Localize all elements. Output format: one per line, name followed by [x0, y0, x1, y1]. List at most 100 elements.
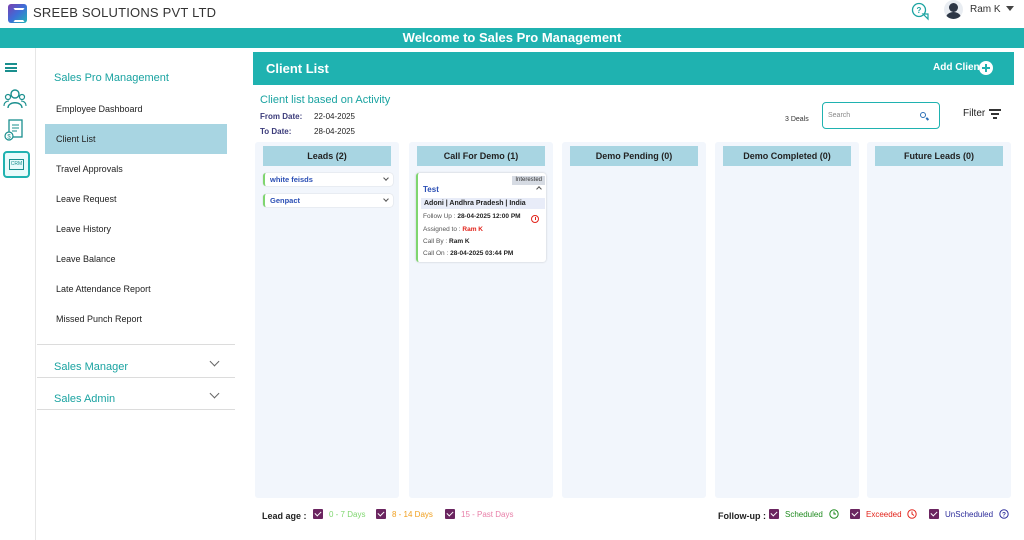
kanban-column-demo-pending: Demo Pending (0)	[562, 142, 706, 498]
crm-icon-label: CRM	[9, 159, 24, 170]
from-date-label: From Date:	[260, 112, 303, 121]
kanban-column-demo-completed: Demo Completed (0)	[715, 142, 859, 498]
call-by-value: Ram K	[449, 238, 470, 245]
activity-subtitle: Client list based on Activity	[260, 94, 391, 106]
icon-rail: $ CRM	[0, 48, 36, 540]
filter-icon[interactable]	[989, 109, 1001, 119]
lead-name: white feisds	[270, 175, 313, 184]
column-header: Leads (2)	[263, 146, 391, 166]
side-menu: Sales Pro Management Employee Dashboard …	[37, 48, 237, 540]
lead-age-8-14-checkbox[interactable]	[376, 509, 386, 519]
follow-up-line: Follow Up : 28-04-2025 12:00 PM	[423, 213, 521, 220]
kanban-column-future-leads: Future Leads (0)	[867, 142, 1011, 498]
report-icon[interactable]: $	[3, 118, 27, 142]
lead-age-8-14-label: 8 - 14 Days	[392, 510, 433, 519]
assigned-value: Ram K	[462, 226, 483, 233]
client-name: Test	[423, 185, 439, 194]
menu-icon[interactable]	[5, 63, 17, 72]
menu-item-leave-request[interactable]: Leave Request	[45, 184, 227, 214]
assigned-label: Assigned to :	[423, 226, 461, 233]
add-circle-icon[interactable]	[979, 61, 993, 75]
user-name[interactable]: Ram K	[970, 4, 1001, 15]
page-title: Client List	[266, 61, 329, 76]
menu-group-sales-manager[interactable]: Sales Manager	[54, 361, 128, 373]
call-on-label: Call On :	[423, 250, 449, 257]
company-name: SREEB SOLUTIONS PVT LTD	[33, 5, 217, 20]
to-date-label: To Date:	[260, 127, 292, 136]
deals-count: 3 Deals	[785, 116, 809, 123]
question-circle-icon: ?	[999, 509, 1009, 519]
lead-name: Genpact	[270, 196, 301, 205]
menu-divider	[37, 377, 235, 378]
client-list-header: Client List Add Client	[253, 52, 1014, 85]
menu-item-travel-approvals[interactable]: Travel Approvals	[45, 154, 227, 184]
call-by-line: Call By : Ram K	[423, 238, 470, 245]
menu-item-employee-dashboard[interactable]: Employee Dashboard	[45, 94, 227, 124]
lead-age-15-past-label: 15 - Past Days	[461, 510, 514, 519]
column-header: Future Leads (0)	[875, 146, 1003, 166]
follow-up-legend-label: Follow-up :	[718, 511, 766, 521]
search-input[interactable]: Search	[822, 102, 940, 129]
from-date-value: 22-04-2025	[314, 112, 355, 121]
to-date-value: 28-04-2025	[314, 127, 355, 136]
team-icon[interactable]	[3, 86, 27, 110]
chevron-down-icon[interactable]	[383, 175, 389, 181]
status-badge: Interested	[512, 176, 545, 185]
scheduled-label: Scheduled	[785, 510, 823, 519]
help-chat-icon[interactable]: ?	[911, 2, 931, 22]
chevron-down-icon[interactable]	[209, 388, 220, 399]
lead-age-15-past-checkbox[interactable]	[445, 509, 455, 519]
scheduled-checkbox[interactable]	[769, 509, 779, 519]
menu-title: Sales Pro Management	[54, 72, 169, 84]
column-header: Demo Pending (0)	[570, 146, 698, 166]
menu-divider	[37, 344, 235, 345]
menu-item-late-attendance-report[interactable]: Late Attendance Report	[45, 274, 227, 304]
lead-age-label: Lead age :	[262, 511, 307, 521]
search-icon[interactable]	[920, 112, 926, 118]
menu-group-sales-admin[interactable]: Sales Admin	[54, 393, 115, 405]
client-location: Adoni | Andhra Pradesh | India	[421, 198, 545, 209]
lead-card[interactable]: white feisds	[263, 173, 393, 186]
menu-item-leave-balance[interactable]: Leave Balance	[45, 244, 227, 274]
follow-up-label: Follow Up :	[423, 213, 456, 220]
unscheduled-checkbox[interactable]	[929, 509, 939, 519]
call-on-value: 28-04-2025 03:44 PM	[450, 250, 514, 257]
unscheduled-label: UnScheduled	[945, 510, 994, 519]
assigned-line: Assigned to : Ram K	[423, 226, 483, 233]
column-header: Demo Completed (0)	[723, 146, 851, 166]
top-bar: SREEB SOLUTIONS PVT LTD ? Ram K	[0, 0, 1024, 27]
follow-up-value: 28-04-2025 12:00 PM	[457, 213, 521, 220]
filter-button[interactable]: Filter	[963, 108, 985, 119]
menu-item-missed-punch-report[interactable]: Missed Punch Report	[45, 304, 227, 334]
user-avatar-icon[interactable]	[944, 0, 963, 19]
add-client-button[interactable]: Add Client	[933, 62, 983, 73]
chevron-up-icon[interactable]	[536, 186, 542, 192]
user-menu-caret-icon[interactable]	[1006, 6, 1014, 11]
lead-card[interactable]: Genpact	[263, 194, 393, 207]
welcome-banner: Welcome to Sales Pro Management	[0, 28, 1024, 48]
menu-item-leave-history[interactable]: Leave History	[45, 214, 227, 244]
company-logo-icon	[8, 4, 27, 23]
menu-divider	[37, 409, 235, 410]
exceeded-history-icon	[907, 509, 917, 519]
chevron-down-icon[interactable]	[209, 356, 220, 367]
scheduled-clock-icon	[829, 509, 839, 519]
search-placeholder: Search	[828, 112, 851, 119]
exceeded-label: Exceeded	[866, 510, 902, 519]
call-by-label: Call By :	[423, 238, 448, 245]
column-header: Call For Demo (1)	[417, 146, 545, 166]
lead-age-0-7-label: 0 - 7 Days	[329, 510, 366, 519]
kanban-column-leads: Leads (2) white feisds Genpact	[255, 142, 399, 498]
svg-text:?: ?	[1002, 512, 1006, 519]
menu-item-client-list[interactable]: Client List	[45, 124, 227, 154]
main-content: Client List Add Client Client list based…	[237, 48, 1024, 540]
svg-text:?: ?	[917, 6, 922, 15]
client-card[interactable]: Interested Test Adoni | Andhra Pradesh |…	[416, 173, 546, 262]
call-on-line: Call On : 28-04-2025 03:44 PM	[423, 250, 513, 257]
exceeded-checkbox[interactable]	[850, 509, 860, 519]
chevron-down-icon[interactable]	[383, 196, 389, 202]
kanban-column-call-for-demo: Call For Demo (1) Interested Test Adoni …	[409, 142, 553, 498]
lead-age-0-7-checkbox[interactable]	[313, 509, 323, 519]
crm-icon[interactable]: CRM	[3, 151, 30, 178]
exceeded-clock-icon	[531, 215, 539, 223]
